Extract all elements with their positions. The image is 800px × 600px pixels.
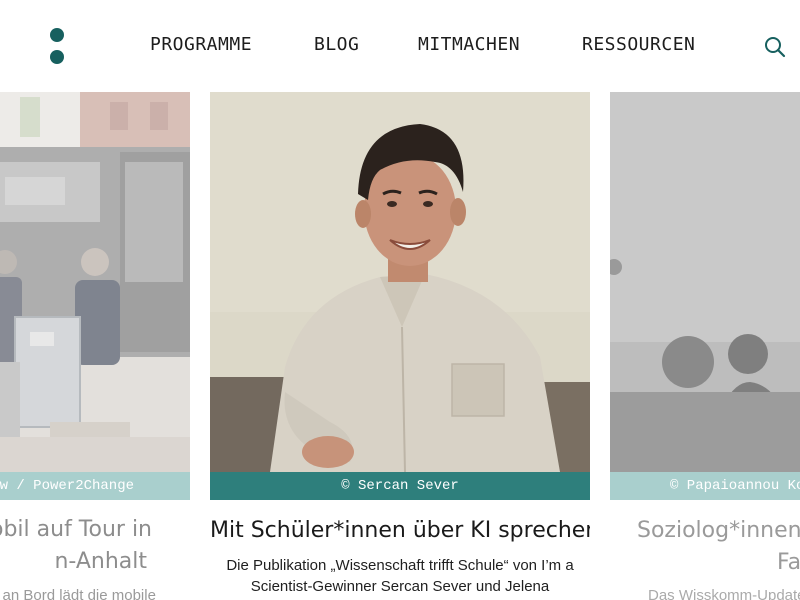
logo[interactable]: [50, 28, 64, 64]
article-card-previous[interactable]: w / Power2Change obil auf Tour in n-Anha…: [0, 92, 190, 600]
article-card-current[interactable]: © Sercan Sever Mit Schüler*innen über KI…: [210, 92, 590, 600]
card-title[interactable]: Soziolog*innen s Fa: [610, 515, 800, 579]
card-image: [210, 92, 590, 472]
card-image: [610, 92, 800, 472]
card-title-line-2: Fa: [777, 550, 800, 575]
card-description: Das Wisskomm-Update: [648, 587, 800, 600]
nav-item-mitmachen[interactable]: MITMACHEN: [418, 34, 520, 55]
site-header: PROGRAMME BLOG MITMACHEN RESSOURCEN: [0, 0, 800, 92]
card-image: [0, 92, 190, 472]
logo-dot-bottom: [50, 50, 64, 64]
image-credit: © Sercan Sever: [210, 472, 590, 500]
card-title[interactable]: obil auf Tour in n-Anhalt: [0, 514, 190, 578]
card-description: n an Bord lädt die mobile: [0, 587, 156, 600]
logo-dot-top: [50, 28, 64, 42]
nav-item-blog[interactable]: BLOG: [314, 34, 359, 55]
card-title-line-1: obil auf Tour in: [0, 517, 153, 542]
card-title[interactable]: Mit Schüler*innen über KI sprechen: [210, 515, 590, 547]
article-card-next[interactable]: © Papaioannou Ko Soziolog*innen s Fa Das…: [610, 92, 800, 600]
card-description: Die Publikation „Wissenschaft trifft Sch…: [226, 557, 574, 595]
image-credit-text: © Papaioannou Ko: [670, 478, 800, 494]
image-credit: w / Power2Change: [0, 472, 190, 500]
nav-item-ressourcen[interactable]: RESSOURCEN: [582, 34, 695, 55]
image-credit-text: w / Power2Change: [0, 478, 134, 494]
card-title-line-2: n-Anhalt: [54, 549, 147, 574]
card-title-line-1: Soziolog*innen s: [637, 518, 800, 543]
search-icon[interactable]: [764, 36, 786, 58]
image-credit: © Papaioannou Ko: [610, 472, 800, 500]
nav-item-programme[interactable]: PROGRAMME: [150, 34, 252, 55]
